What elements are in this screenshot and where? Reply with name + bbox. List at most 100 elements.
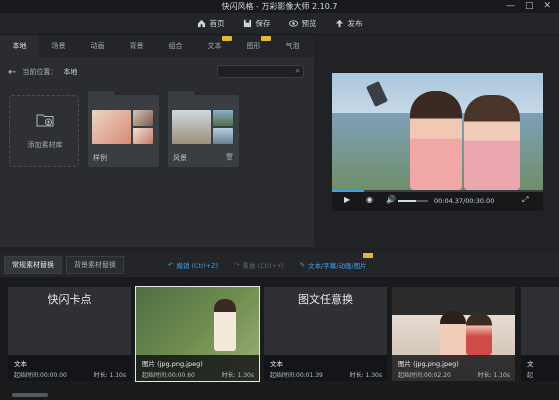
card-info: 文本 起始时间:00:01.39 时长: 1.30s	[264, 355, 387, 381]
replace-card[interactable]: 快闪卡点 文本 起始时间:00:00.00 时长: 1.10s	[8, 287, 131, 381]
video-preview[interactable]	[332, 73, 543, 190]
card-duration: 时长: 1.30s	[221, 372, 254, 379]
main-toolbar: 首页 保存 预览 发布	[0, 13, 559, 35]
save-icon	[243, 19, 251, 28]
card-info: 图片 (jpg,png,jpeg) 起始时间:00:02.20 时长: 1.10…	[392, 355, 515, 381]
home-button[interactable]: 首页	[197, 18, 225, 29]
folder-scenery[interactable]: 风景 🗑	[168, 91, 239, 167]
photo-subject	[214, 299, 236, 351]
folder-sample[interactable]: 样例	[88, 91, 159, 167]
folder-thumbnail	[133, 110, 153, 126]
vip-badge	[261, 36, 271, 41]
tab-label: 动画	[90, 42, 105, 50]
home-label: 首页	[209, 19, 225, 28]
replace-card[interactable]: 图文任意换 文本 起始时间:00:01.39 时长: 1.30s	[264, 287, 387, 381]
person-right	[464, 95, 520, 190]
card-start: 起始时间:00:00.00	[14, 372, 67, 379]
preview-button[interactable]: 预览	[288, 18, 317, 29]
replace-card[interactable]: 图片 (jpg,png,jpeg) 起始时间:00:02.20 时长: 1.10…	[392, 287, 515, 381]
save-label: 保存	[255, 19, 271, 28]
tab-label: 本地	[12, 42, 27, 50]
tab-bubble[interactable]: 气泡	[273, 35, 312, 57]
person-left	[410, 91, 462, 190]
undo-label: 撤销 (Ctrl+Z)	[176, 262, 219, 270]
volume-slider[interactable]	[398, 200, 428, 202]
progress-bar[interactable]	[332, 190, 543, 192]
photo-subject	[440, 311, 466, 355]
replace-card[interactable]: 图片 (jpg,png,jpeg) 起始时间:00:00.60 时长: 1.30…	[135, 286, 260, 382]
upload-icon	[335, 19, 343, 28]
vip-badge	[222, 36, 232, 41]
card-title: 图文任意换	[298, 293, 353, 306]
tab-label: 背景素材替换	[74, 261, 116, 269]
folder-tab	[168, 91, 194, 97]
window-title: 快闪风格 - 万彩影像大师 2.10.7	[221, 2, 338, 11]
card-duration: 时长: 1.10s	[477, 372, 510, 379]
card-start: 起始时间:00:00.60	[142, 372, 195, 379]
folder-thumbnail	[213, 110, 233, 126]
close-button[interactable]: ✕	[543, 0, 551, 12]
title-bar: 快闪风格 - 万彩影像大师 2.10.7 — □ ✕	[0, 0, 559, 13]
home-icon	[197, 19, 205, 28]
tab-shape[interactable]: 图形	[234, 35, 273, 57]
preview-label: 预览	[301, 19, 317, 28]
card-kind: 文本	[270, 360, 283, 368]
search-input[interactable]: ⌕	[217, 65, 304, 78]
card-duration: 时长: 1.10s	[93, 372, 126, 379]
add-folder-icon	[36, 114, 54, 127]
folder-thumbnail	[172, 110, 211, 144]
tab-background-replace[interactable]: 背景素材替换	[66, 256, 124, 274]
loop-icon[interactable]: ◉	[366, 195, 373, 204]
trash-icon[interactable]: 🗑	[225, 153, 234, 161]
card-info: 文本 起始时间:00:00.00 时长: 1.10s	[8, 355, 131, 381]
card-start: 起	[527, 372, 534, 379]
fullscreen-icon[interactable]: ⤢	[522, 195, 528, 205]
time-readout: 00:04.37/00:30.00	[434, 197, 495, 205]
add-library-button[interactable]: 添加素材库	[9, 95, 79, 167]
tab-regular-replace[interactable]: 常规素材替换	[4, 256, 62, 274]
folder-thumbnail	[92, 110, 131, 144]
tab-background[interactable]: 背景	[117, 35, 156, 57]
redo-label: 重做 (Ctrl+Y)	[242, 262, 284, 270]
folder-thumbnail	[133, 128, 153, 144]
replace-toolbar: 常规素材替换 背景素材替换 ↶ 撤销 (Ctrl+Z) ↷ 重做 (Ctrl+Y) …	[0, 253, 559, 277]
redo-button[interactable]: ↷ 重做 (Ctrl+Y)	[234, 260, 284, 270]
back-arrow-icon[interactable]: ←	[8, 67, 16, 78]
redo-icon: ↷	[234, 261, 240, 269]
replace-card[interactable]: 文 起	[521, 287, 559, 381]
volume-icon[interactable]: 🔊	[386, 195, 396, 204]
play-icon[interactable]: ▶	[344, 195, 350, 204]
path-label: 当前位置：	[22, 68, 58, 76]
card-kind: 图片 (jpg,png,jpeg)	[398, 360, 459, 368]
card-title: 快闪卡点	[47, 293, 92, 306]
tab-scene[interactable]: 场景	[39, 35, 78, 57]
card-kind: 文本	[14, 360, 27, 368]
undo-button[interactable]: ↶ 撤销 (Ctrl+Z)	[168, 260, 218, 270]
publish-button[interactable]: 发布	[335, 18, 363, 29]
add-library-label: 添加素材库	[27, 141, 63, 149]
card-duration: 时长: 1.30s	[349, 372, 382, 379]
tab-label: 背景	[129, 42, 144, 50]
folder-name: 风景	[173, 154, 187, 162]
maximize-button[interactable]: □	[525, 0, 534, 12]
search-icon[interactable]: ⌕	[296, 66, 300, 76]
vip-badge	[362, 253, 373, 258]
card-start: 起始时间:00:01.39	[270, 372, 323, 379]
card-info: 图片 (jpg,png,jpeg) 起始时间:00:00.60 时长: 1.30…	[136, 355, 259, 381]
edit-text-button[interactable]: ✎ 文本/字幕/动画/图片	[300, 253, 373, 270]
save-button[interactable]: 保存	[243, 18, 271, 29]
tab-combo[interactable]: 组合	[156, 35, 195, 57]
horizontal-scrollbar[interactable]	[0, 390, 559, 400]
path-current: 本地	[63, 68, 78, 76]
tab-text[interactable]: 文本	[195, 35, 234, 57]
tab-label: 常规素材替换	[12, 261, 54, 269]
minimize-button[interactable]: —	[506, 0, 515, 12]
card-start: 起始时间:00:02.20	[398, 372, 451, 379]
asset-tabs: 本地 场景 动画 背景 组合 文本 图形 气泡	[0, 35, 314, 57]
card-info: 文 起	[521, 355, 559, 381]
tab-local[interactable]: 本地	[0, 35, 39, 57]
photo-subject	[466, 313, 492, 355]
tab-animation[interactable]: 动画	[78, 35, 117, 57]
tab-label: 场景	[51, 42, 66, 50]
scrollbar-thumb[interactable]	[12, 393, 48, 397]
